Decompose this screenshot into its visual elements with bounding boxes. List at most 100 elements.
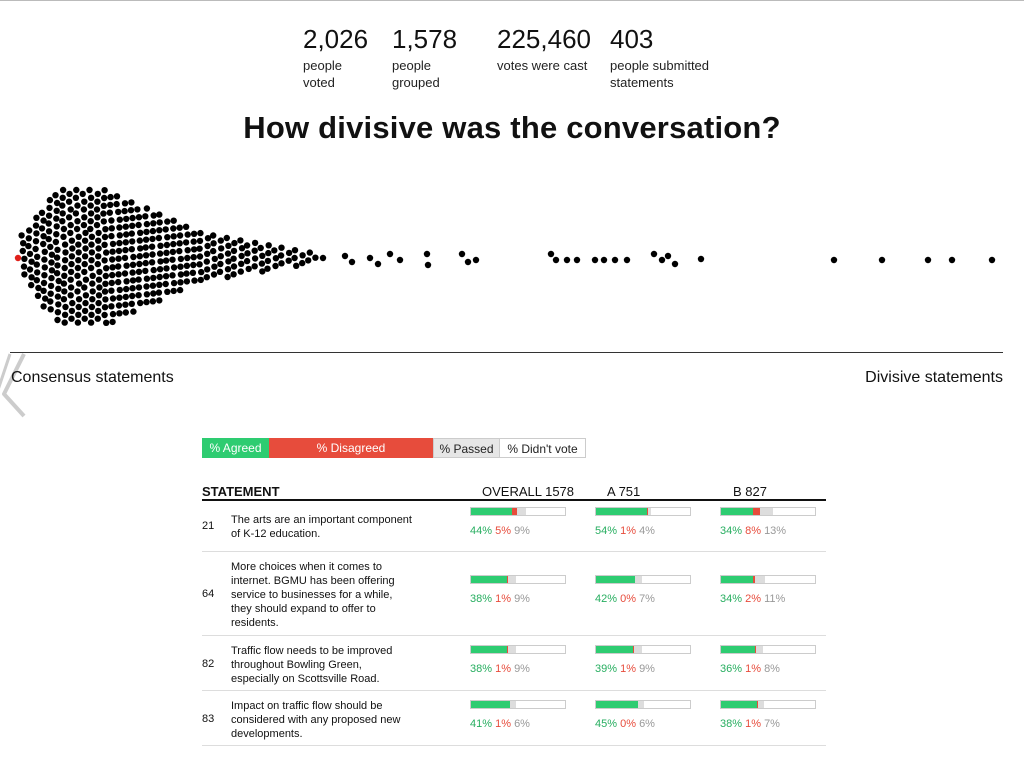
statement-dot[interactable] — [115, 278, 122, 286]
statement-dot[interactable] — [251, 247, 258, 254]
statement-dot[interactable] — [184, 231, 191, 238]
statement-dot[interactable] — [143, 291, 151, 298]
statement-dot[interactable] — [157, 242, 164, 249]
statement-dot[interactable] — [101, 194, 108, 202]
statement-dot[interactable] — [81, 237, 89, 244]
statement-dot[interactable] — [149, 227, 157, 235]
statement-dot[interactable] — [21, 255, 28, 262]
statement-dot[interactable] — [123, 262, 130, 269]
statement-dot[interactable] — [68, 253, 76, 260]
statement-dot[interactable] — [135, 284, 143, 291]
statement-dot[interactable] — [32, 222, 40, 229]
statement-dot[interactable] — [18, 232, 25, 239]
statement-dot[interactable] — [156, 250, 164, 257]
statement-dot[interactable] — [108, 232, 115, 240]
statement-dot[interactable] — [54, 316, 61, 324]
statement-dot[interactable] — [265, 242, 272, 249]
statement-dot[interactable] — [169, 248, 177, 256]
statement-dot[interactable] — [697, 255, 705, 263]
statement-dot[interactable] — [128, 230, 135, 237]
statement-dot[interactable] — [74, 319, 82, 326]
statement-dot[interactable] — [264, 257, 272, 265]
statement-dot[interactable] — [40, 279, 48, 287]
statement-dot[interactable] — [61, 264, 68, 272]
statement-dot[interactable] — [176, 224, 183, 231]
statement-dot[interactable] — [170, 287, 177, 295]
statement-dot[interactable] — [69, 245, 76, 252]
statement-dot[interactable] — [217, 253, 224, 260]
statement-dot[interactable] — [162, 257, 170, 264]
statement-dot[interactable] — [89, 288, 96, 295]
statement-dot[interactable] — [573, 256, 581, 264]
statement-dot[interactable] — [143, 298, 150, 306]
statement-dot[interactable] — [472, 256, 480, 264]
statement-dot[interactable] — [73, 186, 80, 194]
statement-dot[interactable] — [243, 257, 251, 265]
statement-dot[interactable] — [231, 239, 238, 247]
statement-dot[interactable] — [94, 315, 102, 322]
statement-dot[interactable] — [88, 233, 96, 240]
statement-dot[interactable] — [95, 299, 102, 307]
statement-dot[interactable] — [93, 221, 101, 229]
statement-dot[interactable] — [137, 229, 144, 236]
statement-dot[interactable] — [45, 220, 52, 227]
statement-dot[interactable] — [278, 244, 285, 251]
statement-dot[interactable] — [61, 311, 69, 318]
statement-dot[interactable] — [224, 273, 231, 281]
statement-dot[interactable] — [123, 278, 130, 285]
statement-dot[interactable] — [95, 237, 102, 244]
statement-dot[interactable] — [259, 252, 266, 259]
statement-dot[interactable] — [87, 218, 94, 225]
table-row[interactable]: 83 Impact on traffic flow should be consid… — [202, 691, 826, 746]
statement-dot[interactable] — [277, 252, 285, 259]
statement-dot[interactable] — [129, 292, 136, 300]
statement-dot[interactable] — [103, 249, 110, 256]
statement-dot[interactable] — [137, 245, 144, 252]
statement-dot[interactable] — [169, 256, 176, 263]
statement-dot[interactable] — [121, 254, 129, 262]
statement-dot[interactable] — [87, 225, 94, 233]
statement-dot[interactable] — [100, 210, 107, 217]
statement-dot[interactable] — [89, 280, 96, 287]
statement-dot[interactable] — [299, 252, 306, 259]
statement-dot[interactable] — [182, 223, 190, 230]
statement-dot[interactable] — [224, 266, 232, 273]
statement-dot[interactable] — [88, 249, 96, 256]
statement-dot[interactable] — [68, 307, 76, 315]
statement-dot[interactable] — [54, 309, 62, 316]
statement-dot[interactable] — [182, 239, 190, 246]
statement-dot[interactable] — [41, 264, 48, 271]
statement-dot[interactable] — [293, 262, 300, 269]
statement-dot[interactable] — [33, 214, 40, 221]
statement-dot[interactable] — [170, 279, 178, 287]
statement-dot[interactable] — [243, 242, 251, 249]
statement-dot[interactable] — [190, 230, 198, 237]
statement-dot[interactable] — [74, 264, 82, 272]
statement-dot[interactable] — [75, 249, 82, 256]
statement-dot[interactable] — [224, 250, 232, 257]
statement-dot[interactable] — [88, 303, 96, 311]
statement-dot[interactable] — [94, 190, 102, 198]
statement-dot[interactable] — [48, 274, 55, 282]
statement-dot[interactable] — [177, 255, 185, 263]
statement-dot[interactable] — [75, 257, 82, 264]
statement-dot[interactable] — [33, 230, 40, 237]
statement-dot[interactable] — [95, 245, 102, 252]
statement-dot[interactable] — [80, 221, 88, 229]
statement-dot[interactable] — [109, 271, 116, 279]
statement-dot[interactable] — [129, 269, 136, 276]
statement-dot[interactable] — [155, 234, 163, 242]
statement-dot[interactable] — [54, 262, 61, 269]
statement-dot[interactable] — [32, 245, 39, 253]
statement-dot[interactable] — [62, 249, 69, 256]
statement-dot[interactable] — [210, 271, 218, 278]
statement-dot[interactable] — [32, 238, 40, 245]
statement-dot[interactable] — [102, 296, 109, 303]
table-row[interactable]: 82 Traffic flow needs to be improved throu… — [202, 636, 826, 691]
statement-dot[interactable] — [176, 232, 184, 239]
statement-dot[interactable] — [113, 200, 120, 208]
statement-dot[interactable] — [217, 237, 224, 244]
statement-dot[interactable] — [237, 268, 244, 275]
statement-dot[interactable] — [95, 307, 102, 315]
statement-dot[interactable] — [211, 263, 218, 270]
